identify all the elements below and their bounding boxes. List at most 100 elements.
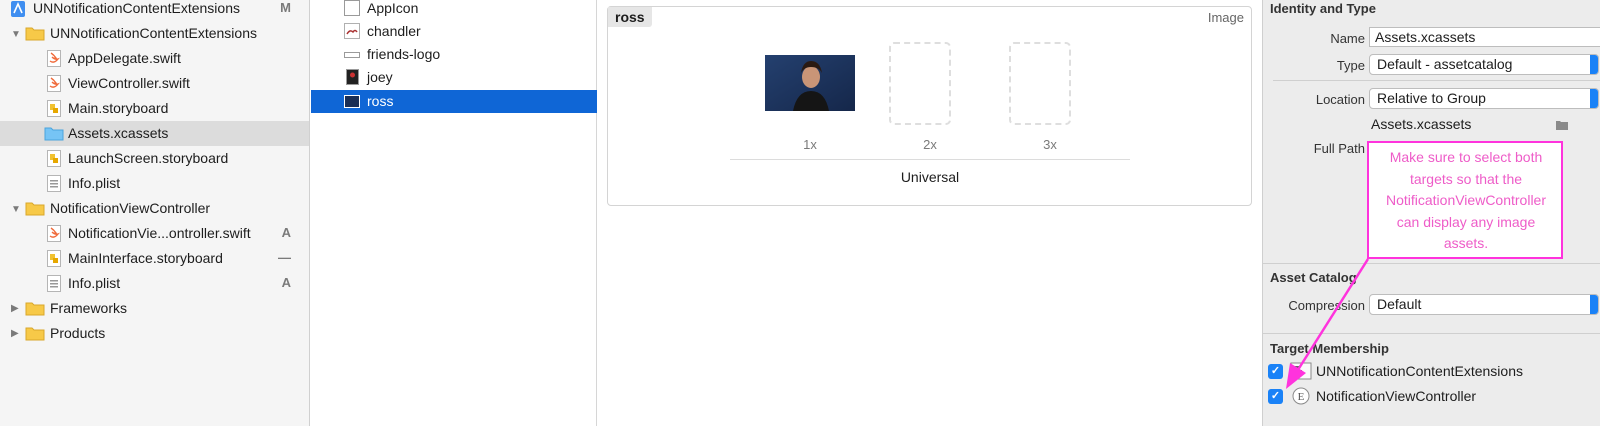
callout-annotation: Make sure to select both targets so that… (1367, 141, 1563, 259)
identity-section-title: Identity and Type (1270, 1, 1376, 16)
asset-label: chandler (367, 23, 421, 39)
scm-status-badge: A (281, 275, 291, 290)
asset-label: friends-logo (367, 46, 441, 62)
disclosure-closed-icon[interactable]: ▶ (11, 329, 21, 339)
full-path-label: Full Path (1313, 141, 1365, 156)
asset-label: ross (367, 93, 394, 109)
image-thumbnail-icon (344, 95, 360, 108)
xcode-project-icon (10, 0, 26, 21)
image-slot-3x[interactable] (1009, 42, 1071, 125)
nav-item-label: Frameworks (50, 300, 128, 316)
storyboard-file-icon (47, 250, 61, 270)
universal-label: Universal (900, 169, 960, 185)
nav-file-row[interactable]: LaunchScreen.storyboard (0, 146, 309, 171)
nav-item-label: Main.storyboard (68, 100, 169, 116)
image-thumbnail-icon (344, 52, 360, 58)
name-label: Name (1330, 31, 1365, 46)
disclosure-closed-icon[interactable]: ▶ (11, 304, 21, 314)
swift-file-icon (47, 50, 61, 70)
nav-file-row[interactable]: NotificationVie...ontroller.swift A (0, 221, 309, 246)
nav-project-badge: M (280, 0, 291, 15)
nav-item-label: Info.plist (68, 175, 121, 191)
nav-project-root[interactable]: UNNotificationContentExtensions M (0, 0, 309, 21)
nav-item-label: ViewController.swift (68, 75, 190, 91)
storyboard-file-icon (47, 100, 61, 120)
appicon-thumbnail-icon (344, 0, 360, 16)
type-popup-value: Default - assetcatalog (1377, 56, 1513, 72)
swift-file-icon (47, 75, 61, 95)
type-popup[interactable]: Default - assetcatalog (1369, 54, 1599, 75)
scm-status-badge: — (278, 250, 291, 265)
nav-file-row-selected[interactable]: Assets.xcassets (0, 121, 309, 146)
asset-editor: ross Image 1x 2x 3x Universal (598, 0, 1261, 426)
nav-folder-extension[interactable]: ▼ NotificationViewController (0, 196, 309, 221)
nav-item-label: Assets.xcassets (68, 125, 169, 141)
asset-row-ross[interactable]: ross (311, 90, 597, 113)
asset-row-chandler[interactable]: chandler (311, 20, 597, 43)
nav-item-label: LaunchScreen.storyboard (68, 150, 229, 166)
image-thumbnail-icon (344, 23, 360, 39)
image-set-name: ross (608, 7, 652, 27)
nav-file-row[interactable]: Info.plist A (0, 271, 309, 296)
storyboard-file-icon (47, 150, 61, 170)
nav-item-label: Info.plist (68, 275, 121, 291)
plist-file-icon (47, 275, 61, 295)
asset-row-joey[interactable]: joey (311, 66, 597, 89)
disclosure-open-icon[interactable]: ▼ (11, 205, 21, 215)
popup-arrows-icon (1590, 295, 1598, 314)
section-divider (1273, 80, 1600, 81)
scale-label-1x: 1x (803, 137, 817, 152)
popup-arrows-icon (1590, 89, 1598, 108)
type-label: Type (1336, 58, 1365, 73)
nav-folder-frameworks[interactable]: ▶ Frameworks (0, 296, 309, 321)
scale-label-2x: 2x (923, 137, 937, 152)
nav-file-row[interactable]: Main.storyboard (0, 96, 309, 121)
compression-popup[interactable]: Default (1369, 294, 1599, 315)
folder-icon (25, 325, 45, 344)
nav-file-row[interactable]: MainInterface.storyboard — (0, 246, 309, 271)
image-slot-2x[interactable] (889, 42, 951, 125)
asset-catalog-list: AppIcon chandler friends-logo joey ross (311, 0, 597, 426)
image-set-panel: ross Image 1x 2x 3x Universal (607, 6, 1252, 206)
asset-label: AppIcon (367, 0, 419, 16)
nav-project-label: UNNotificationContentExtensions (33, 0, 240, 16)
nav-item-label: AppDelegate.swift (68, 50, 181, 66)
asset-row-friends-logo[interactable]: friends-logo (311, 43, 597, 66)
nav-item-label: UNNotificationContentExtensions (50, 25, 257, 41)
ross-portrait-image (765, 55, 855, 111)
folder-icon (25, 25, 45, 44)
nav-item-label: Products (50, 325, 106, 341)
asset-label: joey (367, 69, 393, 85)
name-field[interactable]: Assets.xcassets (1369, 27, 1600, 47)
nav-file-row[interactable]: Info.plist (0, 171, 309, 196)
scale-label-3x: 3x (1043, 137, 1057, 152)
assets-folder-icon (44, 125, 64, 144)
image-set-type: Image (1207, 10, 1244, 25)
callout-arrow-icon (1286, 258, 1370, 389)
location-path: Assets.xcassets (1371, 116, 1472, 132)
location-popup-value: Relative to Group (1377, 90, 1486, 106)
swift-file-icon (47, 225, 61, 245)
nav-file-row[interactable]: AppDelegate.swift (0, 46, 309, 71)
location-label: Location (1315, 92, 1365, 107)
callout-text: Make sure to select both targets so that… (1385, 149, 1547, 251)
folder-icon (25, 200, 45, 219)
universal-divider (730, 159, 1130, 160)
project-navigator: UNNotificationContentExtensions M ▼ UNNo… (0, 0, 310, 426)
asset-row-appicon[interactable]: AppIcon (311, 0, 597, 20)
folder-icon (25, 300, 45, 319)
nav-item-label: NotificationVie...ontroller.swift (68, 225, 251, 241)
nav-folder-products[interactable]: ▶ Products (0, 321, 309, 346)
nav-item-label: MainInterface.storyboard (68, 250, 223, 266)
location-popup[interactable]: Relative to Group (1369, 88, 1599, 109)
scm-status-badge: A (281, 225, 291, 240)
nav-file-row[interactable]: ViewController.swift (0, 71, 309, 96)
plist-file-icon (47, 175, 61, 195)
disclosure-open-icon[interactable]: ▼ (11, 30, 21, 40)
nav-folder-main[interactable]: ▼ UNNotificationContentExtensions (0, 21, 309, 46)
image-thumbnail-icon (346, 69, 359, 85)
nav-item-label: NotificationViewController (50, 200, 211, 216)
image-slot-1x[interactable] (765, 55, 855, 111)
folder-reveal-icon[interactable] (1556, 117, 1568, 133)
popup-arrows-icon (1590, 55, 1598, 74)
